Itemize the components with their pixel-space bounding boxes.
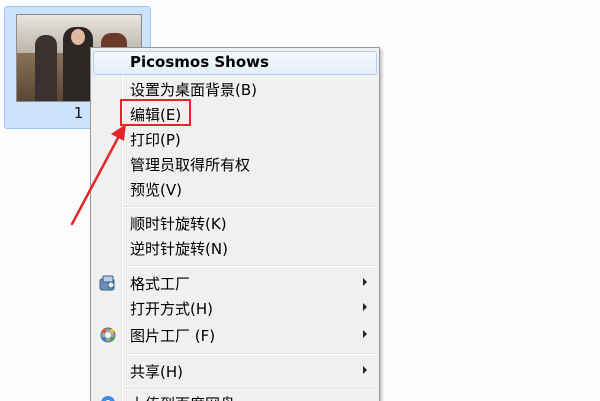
menu-item-label: 共享(H) bbox=[130, 363, 183, 381]
menu-item-label: 打印(P) bbox=[130, 131, 181, 149]
format-factory-icon bbox=[98, 273, 118, 293]
menu-item-picosmos-shows[interactable]: Picosmos Shows bbox=[93, 51, 377, 75]
menu-item-label: 顺时针旋转(K) bbox=[130, 215, 227, 233]
menu-item-upload-baidu-netdisk[interactable]: 上传到百度网盘 bbox=[93, 391, 377, 401]
menu-item-set-desktop-background[interactable]: 设置为桌面背景(B) bbox=[93, 77, 377, 101]
menu-item-preview[interactable]: 预览(V) bbox=[93, 177, 377, 201]
annotation-highlight-box bbox=[120, 99, 191, 126]
menu-item-label: 图片工厂 (F) bbox=[130, 327, 216, 345]
menu-item-label: 设置为桌面背景(B) bbox=[130, 81, 257, 99]
menu-item-label: 格式工厂 bbox=[130, 275, 191, 293]
menu-item-print[interactable]: 打印(P) bbox=[93, 127, 377, 151]
submenu-arrow-icon bbox=[363, 366, 367, 374]
menu-item-rotate-clockwise[interactable]: 顺时针旋转(K) bbox=[93, 211, 377, 235]
menu-item-open-with[interactable]: 打开方式(H) bbox=[93, 296, 377, 320]
submenu-arrow-icon bbox=[363, 303, 367, 311]
baidu-netdisk-icon bbox=[98, 393, 118, 401]
menu-item-rotate-counterclockwise[interactable]: 逆时针旋转(N) bbox=[93, 236, 377, 260]
menu-item-take-ownership[interactable]: 管理员取得所有权 bbox=[93, 152, 377, 176]
menu-item-label: 预览(V) bbox=[130, 181, 182, 199]
menu-separator bbox=[124, 353, 376, 355]
menu-item-picture-factory[interactable]: 图片工厂 (F) bbox=[93, 323, 377, 347]
menu-item-label: 上传到百度网盘 bbox=[130, 393, 235, 401]
menu-item-label: 打开方式(H) bbox=[130, 300, 213, 318]
menu-separator bbox=[124, 388, 376, 390]
menu-item-format-factory[interactable]: 格式工厂 bbox=[93, 271, 377, 295]
menu-item-share[interactable]: 共享(H) bbox=[93, 359, 377, 383]
menu-separator bbox=[124, 206, 376, 208]
menu-separator bbox=[124, 265, 376, 267]
picture-factory-icon bbox=[98, 325, 118, 345]
menu-item-label: 逆时针旋转(N) bbox=[130, 240, 228, 258]
submenu-arrow-icon bbox=[363, 278, 367, 286]
menu-item-label: Picosmos Shows bbox=[130, 53, 269, 71]
desktop: 1 Picosmos Shows 设置为桌面背景(B) 编辑(E) 打印(P) … bbox=[0, 0, 600, 401]
menu-item-label: 管理员取得所有权 bbox=[130, 156, 251, 174]
submenu-arrow-icon bbox=[363, 330, 367, 338]
